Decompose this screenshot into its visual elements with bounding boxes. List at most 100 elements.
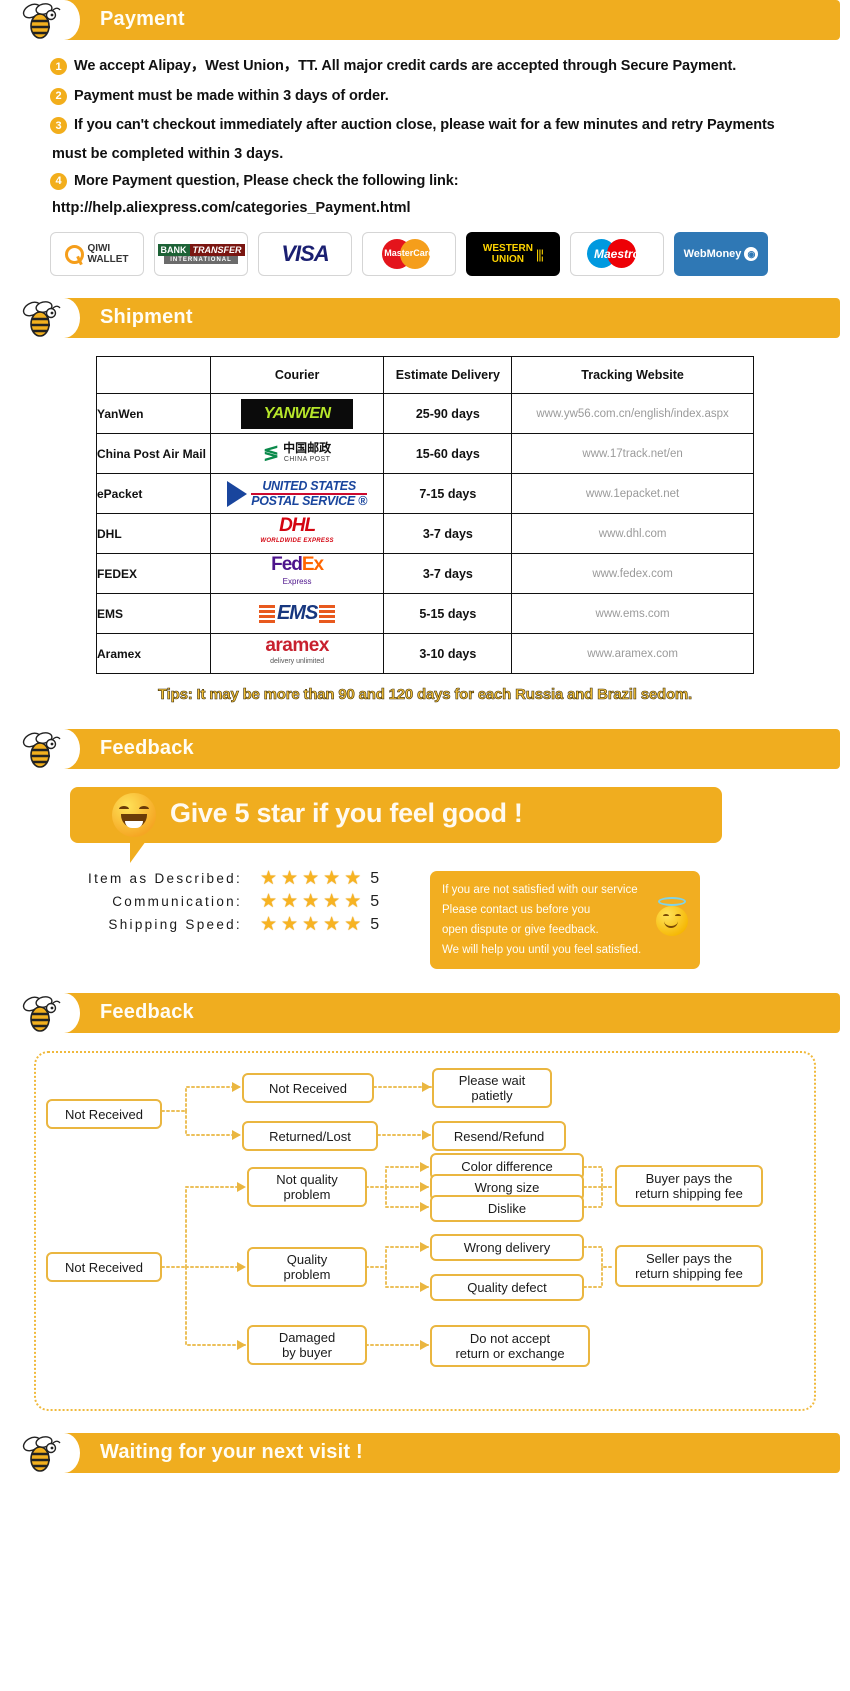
estimate-delivery: 15-60 days <box>383 433 513 475</box>
rating-label: Shipping Speed: <box>108 917 242 933</box>
service-note-line: open dispute or give feedback. <box>442 924 599 937</box>
rating-value: 5 <box>370 915 380 933</box>
tracking-website[interactable]: www.fedex.com <box>511 553 754 595</box>
courier-name: Aramex <box>96 633 211 675</box>
tracking-website[interactable]: www.yw56.com.cn/english/index.aspx <box>511 393 754 435</box>
western-union-logo: WESTERN UNION ||¦ <box>466 232 560 277</box>
table-row: EMS EMS 5-15 days www.ems.com <box>96 593 754 635</box>
header-tracking-website: Tracking Website <box>511 356 754 395</box>
payment-item-text: Payment must be made within 3 days of or… <box>74 87 389 104</box>
table-row: YanWen YANWEN 25-90 days www.yw56.com.cn… <box>96 393 754 435</box>
tracking-website[interactable]: www.dhl.com <box>511 513 754 555</box>
shipment-table: Courier Estimate Delivery Tracking Websi… <box>96 356 754 675</box>
payment-item-text: We accept Alipay，West Union，TT. All majo… <box>74 58 737 74</box>
payment-help-link[interactable]: http://help.aliexpress.com/categories_Pa… <box>0 196 850 222</box>
payment-item-text: More Payment question, Please check the … <box>74 172 459 189</box>
flow-node-returned-lost: Returned/Lost <box>242 1121 378 1152</box>
aramex-tagline: delivery unlimited <box>270 658 325 666</box>
star-icon: ★ <box>302 868 320 890</box>
give-5-star-callout: Give 5 star if you feel good ! <box>0 787 850 864</box>
usps-line2: POSTAL SERVICE ® <box>251 492 367 508</box>
western-union-bars-icon: ||¦ <box>535 246 544 262</box>
star-icon: ★ <box>260 914 278 936</box>
payment-item-number: 2 <box>50 87 67 105</box>
payment-list: 1 We accept Alipay，West Union，TT. All ma… <box>0 40 850 222</box>
courier-logo-cell: UNITED STATES POSTAL SERVICE ® <box>209 473 385 515</box>
aramex-logo: aramex delivery unlimited <box>265 635 329 669</box>
give-5-star-text: Give 5 star if you feel good ! <box>170 798 523 829</box>
rating-value: 5 <box>370 869 380 887</box>
ratings-list: Item as Described: ★ ★ ★ ★ ★ 5 Communica… <box>0 869 430 969</box>
shipment-section-header: Shipment <box>0 298 850 339</box>
star-icon: ★ <box>260 868 278 890</box>
star-icon: ★ <box>323 914 341 936</box>
payment-logos: QIWI WALLET BANK TRANSFER INTERNATIONAL … <box>0 222 850 277</box>
courier-logo-cell: EMS <box>209 593 385 635</box>
tracking-website[interactable]: www.1epacket.net <box>511 473 754 515</box>
star-icon: ★ <box>323 868 341 890</box>
mastercard-wordmark: MasterCard <box>384 248 434 259</box>
flow-node-quality-problem: Quality problem <box>247 1247 367 1288</box>
footer-title: Waiting for your next visit ! <box>100 1441 363 1464</box>
star-icon: ★ <box>344 891 362 913</box>
flow-node-damaged-by-buyer: Damaged by buyer <box>247 1325 367 1366</box>
footer-section-header: Waiting for your next visit ! <box>0 1433 850 1474</box>
estimate-delivery: 3-10 days <box>383 633 513 675</box>
flow-node-please-wait: Please wait patietly <box>432 1068 552 1109</box>
payment-item: 4 More Payment question, Please check th… <box>0 167 850 197</box>
fedex-sub: Express <box>282 577 312 587</box>
angel-smiley-icon <box>654 897 690 937</box>
bee-icon <box>22 1436 61 1473</box>
table-row: Aramex aramex delivery unlimited 3-10 da… <box>96 633 754 675</box>
courier-logo-cell: aramex delivery unlimited <box>209 633 385 675</box>
qiwi-wallet-logo: QIWI WALLET <box>50 232 144 277</box>
payment-item-number: 4 <box>50 172 67 190</box>
feedback-title: Feedback <box>100 737 194 760</box>
rating-value: 5 <box>370 892 380 910</box>
payment-section-header: Payment <box>0 0 850 40</box>
ratings-zone: Item as Described: ★ ★ ★ ★ ★ 5 Communica… <box>0 853 850 970</box>
flow-node-buyer-pays: Buyer pays the return shipping fee <box>615 1165 763 1208</box>
star-icon: ★ <box>281 891 299 913</box>
qiwi-mark-icon <box>65 244 85 264</box>
payment-item: 2 Payment must be made within 3 days of … <box>0 82 850 112</box>
service-note-line: If you are not satisfied with our servic… <box>442 884 638 897</box>
payment-item: 3 If you can't checkout immediately afte… <box>0 111 850 141</box>
visa-logo: VISA <box>258 232 352 277</box>
courier-logo-cell: FedEx Express <box>209 553 385 595</box>
western-union-line1: WESTERN <box>482 243 533 255</box>
courier-name: FEDEX <box>96 553 211 595</box>
ems-wordmark: EMS <box>276 602 318 625</box>
estimate-delivery: 7-15 days <box>383 473 513 515</box>
fedex-logo: FedEx Express <box>271 555 324 590</box>
bee-icon <box>22 996 61 1033</box>
aramex-wordmark: aramex <box>265 635 329 657</box>
courier-logo-cell: YANWEN <box>209 393 385 435</box>
tracking-website[interactable]: www.aramex.com <box>511 633 754 675</box>
star-icon: ★ <box>302 914 320 936</box>
rating-label: Item as Described: <box>88 871 242 887</box>
star-icon: ★ <box>260 891 278 913</box>
payment-item-number: 1 <box>50 58 67 75</box>
rating-row: Item as Described: ★ ★ ★ ★ ★ 5 <box>46 869 430 888</box>
table-header-row: Courier Estimate Delivery Tracking Websi… <box>96 356 754 395</box>
smiley-face-icon <box>112 793 156 838</box>
flow-node-not-received-2: Not Received <box>242 1073 374 1104</box>
courier-name: YanWen <box>96 393 211 435</box>
rating-label: Communication: <box>112 894 242 910</box>
bank-transfer-line1: BANK <box>157 244 190 257</box>
tracking-website[interactable]: www.ems.com <box>511 593 754 635</box>
payment-item-continuation: must be completed within 3 days. <box>52 145 284 162</box>
bank-transfer-line3: INTERNATIONAL <box>164 256 238 265</box>
payment-item: 1 We accept Alipay，West Union，TT. All ma… <box>0 52 850 82</box>
tracking-website[interactable]: www.17track.net/en <box>511 433 754 475</box>
estimate-delivery: 25-90 days <box>383 393 513 435</box>
estimate-delivery: 3-7 days <box>383 513 513 555</box>
feedback-section-header: Feedback <box>0 729 850 770</box>
webmoney-wordmark: WebMoney <box>683 248 742 261</box>
header-estimate-delivery: Estimate Delivery <box>383 356 513 395</box>
payment-item-number: 3 <box>50 117 67 135</box>
visa-wordmark: VISA <box>281 241 329 267</box>
western-union-line2: UNION <box>491 254 525 266</box>
rating-row: Shipping Speed: ★ ★ ★ ★ ★ 5 <box>46 915 430 934</box>
